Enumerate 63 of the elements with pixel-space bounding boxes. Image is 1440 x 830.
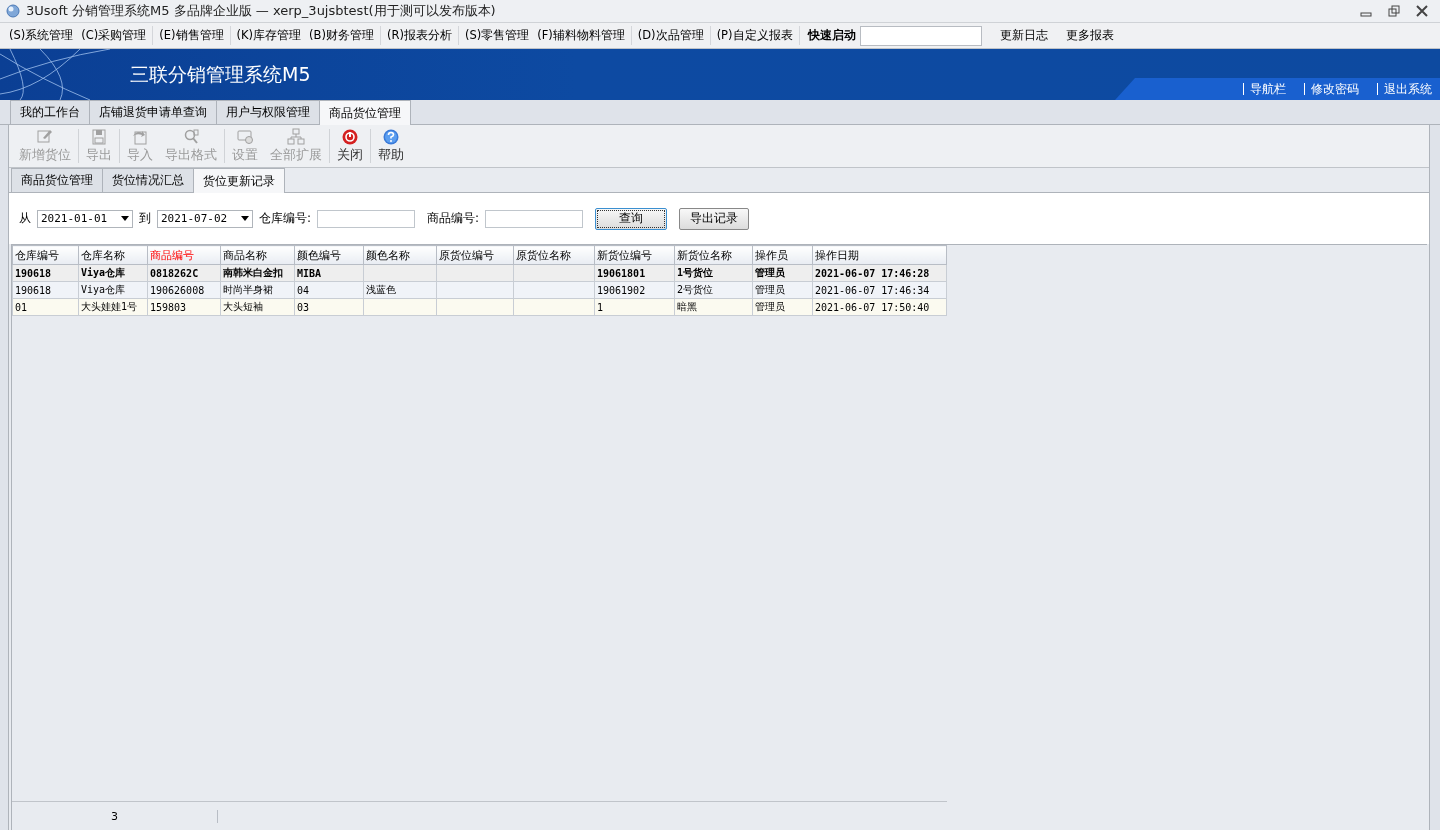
- column-header[interactable]: 颜色名称: [363, 245, 437, 265]
- from-label: 从: [19, 210, 31, 227]
- settings-icon: [236, 128, 254, 146]
- column-header[interactable]: 仓库名称: [78, 245, 148, 265]
- record-count: 3: [12, 810, 218, 823]
- menu-link[interactable]: 更新日志: [981, 27, 1048, 44]
- column-header[interactable]: 颜色编号: [294, 245, 364, 265]
- export-button[interactable]: 导出记录: [679, 207, 750, 230]
- menu-item[interactable]: (R)报表分析: [382, 26, 456, 45]
- banner-link[interactable]: 修改密码: [1311, 80, 1359, 98]
- column-header[interactable]: 操作员: [752, 245, 813, 265]
- quick-launch-label: 快速启动: [806, 27, 857, 44]
- menu-item[interactable]: (S)系统管理: [5, 26, 78, 45]
- column-header[interactable]: 原货位名称: [513, 245, 595, 265]
- table-row[interactable]: 190618 Viya仓库 190626008 时尚半身裙 04 浅蓝色 19061902 2号货位 管理员 2021-06-07 17:46:34: [12, 281, 947, 299]
- column-header[interactable]: 新货位名称: [674, 245, 753, 265]
- banner-title: 三联分销管理系统M5: [130, 61, 311, 87]
- toolbar-button[interactable]: 帮助: [372, 126, 410, 166]
- toolbar-button[interactable]: 关闭: [331, 126, 369, 166]
- tree-icon: [287, 128, 305, 146]
- menu-item[interactable]: (C)采购管理: [77, 26, 151, 45]
- column-header[interactable]: 新货位编号: [594, 245, 675, 265]
- date-picker[interactable]: 2021-07-02: [157, 209, 253, 228]
- menu-item[interactable]: (K)库存管理: [232, 26, 306, 45]
- column-header[interactable]: 商品名称: [220, 245, 295, 265]
- column-header[interactable]: 商品编号: [147, 245, 221, 265]
- menu-item[interactable]: (E)销售管理: [155, 26, 228, 45]
- quick-launch-field[interactable]: [859, 25, 982, 46]
- search-icon: [182, 128, 200, 146]
- edit-icon: [36, 128, 54, 146]
- warehouse-field[interactable]: [317, 209, 416, 228]
- banner-link[interactable]: 退出系统: [1384, 80, 1432, 98]
- banner-link[interactable]: 导航栏: [1250, 80, 1286, 98]
- menu-item[interactable]: (S)零售管理: [460, 26, 534, 45]
- column-header[interactable]: 原货位编号: [436, 245, 514, 265]
- dropdown-arrow-icon: [241, 216, 249, 221]
- menu-item[interactable]: (D)次品管理: [633, 26, 708, 45]
- main-tab[interactable]: 我的工作台: [10, 100, 90, 124]
- column-header[interactable]: 仓库编号: [12, 245, 79, 265]
- to-label: 到: [139, 210, 151, 227]
- product-field[interactable]: [485, 209, 584, 228]
- import-icon: [131, 128, 149, 146]
- menu-item[interactable]: (B)财务管理: [305, 26, 378, 45]
- menu-link[interactable]: 更多报表: [1047, 27, 1114, 44]
- query-button[interactable]: 查询: [595, 207, 668, 230]
- product-label: 商品编号:: [427, 210, 480, 227]
- main-tab[interactable]: 商品货位管理: [319, 100, 411, 125]
- window-title: 3Usoft 分销管理系统M5 多品牌企业版 — xerp_3ujsbtest(用于测可以发布版本): [26, 2, 497, 20]
- help-icon: [382, 128, 400, 146]
- restore-icon[interactable]: [1388, 5, 1400, 17]
- menu-item[interactable]: (F)辅料物料管理: [533, 26, 629, 45]
- warehouse-label: 仓库编号:: [259, 210, 312, 227]
- column-header[interactable]: 操作日期: [812, 245, 947, 265]
- sub-tab[interactable]: 商品货位管理: [11, 168, 103, 192]
- app-globe-icon: [6, 4, 20, 18]
- table-row[interactable]: 01 大头娃娃1号 159803 大头短袖 03 1 暗黑 管理员 2021-06-07 17:50:40: [12, 298, 947, 316]
- sub-tab[interactable]: 货位情况汇总: [102, 168, 194, 192]
- menu-item[interactable]: (P)自定义报表: [712, 26, 797, 45]
- date-picker[interactable]: 2021-01-01: [37, 209, 133, 228]
- save-icon: [90, 128, 108, 146]
- sub-tab[interactable]: 货位更新记录: [193, 168, 285, 193]
- table-row[interactable]: 190618 Viya仓库 0818262C 南韩米白金扣 MIBA 19061801 1号货位 管理员 2021-06-07 17:46:28: [12, 264, 947, 282]
- dropdown-arrow-icon: [121, 216, 129, 221]
